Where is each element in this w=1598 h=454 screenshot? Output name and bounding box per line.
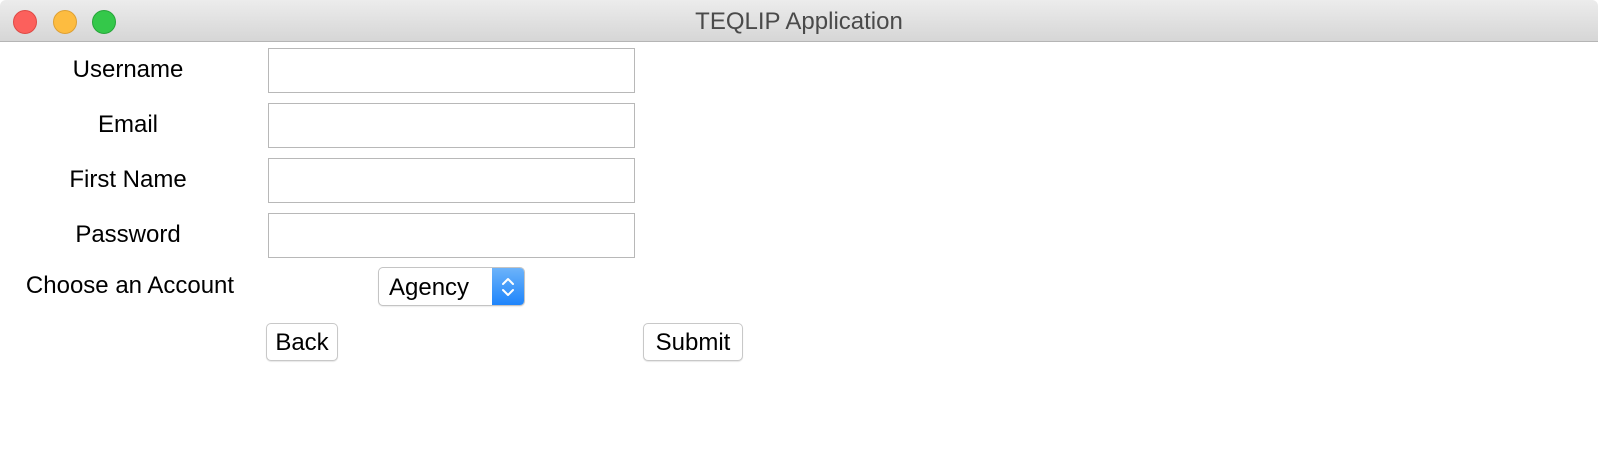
select-arrows-icon bbox=[492, 268, 524, 305]
title-bar[interactable]: TEQLIP Application bbox=[0, 0, 1598, 42]
password-label: Password bbox=[75, 221, 181, 248]
account-label: Choose an Account bbox=[25, 272, 235, 299]
email-label: Email bbox=[97, 111, 158, 138]
email-field[interactable] bbox=[268, 103, 635, 148]
account-type-select[interactable]: Agency bbox=[378, 267, 525, 306]
back-button[interactable]: Back bbox=[266, 323, 338, 361]
first-name-label: First Name bbox=[69, 166, 187, 193]
submit-button[interactable]: Submit bbox=[643, 323, 743, 361]
first-name-field[interactable] bbox=[268, 158, 635, 203]
password-field[interactable] bbox=[268, 213, 635, 258]
username-field[interactable] bbox=[268, 48, 635, 93]
account-type-selected-value: Agency bbox=[389, 274, 470, 301]
app-window: TEQLIP Application Username Email First … bbox=[0, 0, 1598, 454]
username-label: Username bbox=[72, 56, 184, 83]
window-title: TEQLIP Application bbox=[695, 8, 903, 35]
